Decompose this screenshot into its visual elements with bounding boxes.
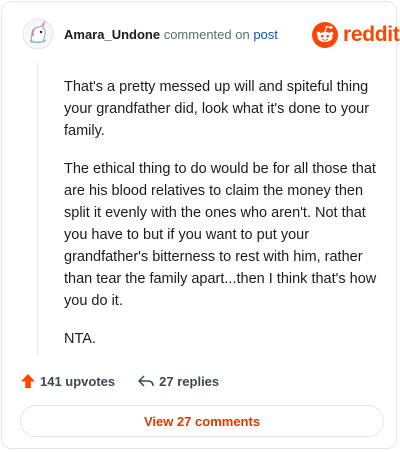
upvote-count: 141 upvotes xyxy=(40,373,116,389)
comment-header: Amara_Undone commented on post xyxy=(64,27,278,43)
post-link[interactable]: post xyxy=(253,27,278,42)
replies-button[interactable]: 27 replies xyxy=(137,373,219,389)
comment-paragraph: NTA. xyxy=(64,331,96,347)
thread-line[interactable] xyxy=(37,62,38,356)
avatar[interactable] xyxy=(22,18,54,50)
reddit-snoo-icon xyxy=(312,22,338,48)
upvote-button[interactable]: 141 upvotes xyxy=(20,373,115,389)
comment-paragraph: That's a pretty messed up will and spite… xyxy=(64,79,370,139)
author-name[interactable]: Amara_Undone xyxy=(64,27,160,42)
reply-arrow-icon xyxy=(138,375,154,387)
comment-body: That's a pretty messed up will and spite… xyxy=(64,76,382,366)
reddit-logo[interactable]: reddit xyxy=(312,22,400,48)
comment-paragraph: The ethical thing to do would be for all… xyxy=(64,161,377,309)
upvote-arrow-icon xyxy=(21,374,35,388)
comment-card: Amara_Undone commented on post reddit Th… xyxy=(1,1,400,449)
view-comments-button[interactable]: View 27 comments xyxy=(20,405,384,437)
commented-on-text: commented on xyxy=(163,27,250,42)
unicorn-avatar-icon xyxy=(22,18,54,50)
reddit-wordmark: reddit xyxy=(343,23,400,46)
comment-actions: 141 upvotes 27 replies xyxy=(20,372,219,390)
reply-count: 27 replies xyxy=(159,373,220,389)
